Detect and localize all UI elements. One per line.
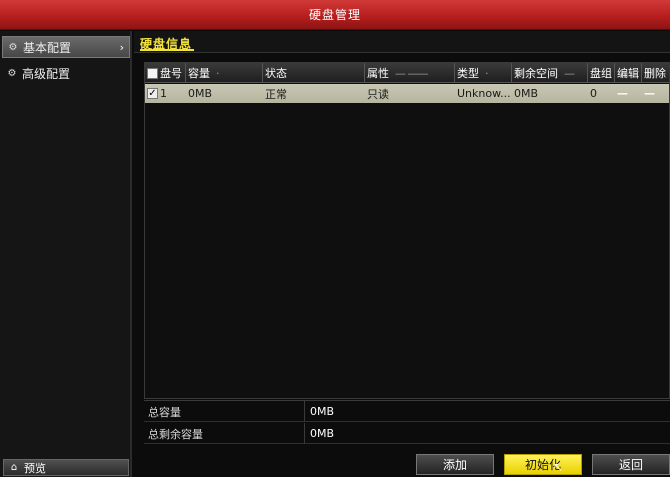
table-row[interactable]: ✓ 1 0MB 正常 只读 Unknow... 0MB 0 — — xyxy=(145,84,669,103)
total-free-label: 总剩余容量 xyxy=(148,428,203,441)
header-disk-no[interactable]: 盘号 xyxy=(145,63,186,83)
header-type[interactable]: 类型 · xyxy=(455,63,512,83)
total-capacity-value: 0MB xyxy=(304,401,334,422)
cell-group: 0 xyxy=(590,87,597,100)
sidebar: ⚙ 基本配置 › ⚙ 高级配置 ⌂ 预览 xyxy=(0,31,132,477)
initialize-button[interactable]: 初始化 xyxy=(504,454,582,475)
summary-panel: 总容量 0MB 总剩余容量 0MB xyxy=(144,400,670,444)
sidebar-item-advanced-config[interactable]: ⚙ 高级配置 xyxy=(2,62,130,84)
cell-capacity: 0MB xyxy=(188,87,213,100)
cell-attribute: 只读 xyxy=(367,87,389,101)
preview-button[interactable]: ⌂ 预览 xyxy=(3,459,129,476)
chevron-right-icon: › xyxy=(119,40,124,54)
sidebar-item-label: 基本配置 xyxy=(23,40,72,55)
sidebar-item-basic-config[interactable]: ⚙ 基本配置 › xyxy=(2,36,130,58)
back-button[interactable]: 返回 xyxy=(592,454,670,475)
table-header: 盘号 容量 · 状态 属性 — —— 类型 · 剩余空间 — 盘组 编辑 删除 xyxy=(145,63,669,83)
disk-table: 盘号 容量 · 状态 属性 — —— 类型 · 剩余空间 — 盘组 编辑 删除 ✓ 1 xyxy=(144,62,670,399)
row-checkbox[interactable]: ✓ xyxy=(147,88,158,99)
tab-disk-info[interactable]: 硬盘信息 xyxy=(140,35,195,51)
home-icon: ⌂ xyxy=(10,462,18,473)
total-free-row: 总剩余容量 0MB xyxy=(144,423,670,444)
cell-type: Unknow... xyxy=(457,87,511,100)
header-status[interactable]: 状态 xyxy=(263,63,365,83)
add-button[interactable]: 添加 xyxy=(416,454,494,475)
edit-button[interactable]: — xyxy=(615,84,642,103)
cell-disk-no: ✓ 1 xyxy=(147,87,167,100)
select-all-checkbox[interactable] xyxy=(147,67,158,79)
preview-label: 预览 xyxy=(24,461,46,475)
cell-status: 正常 xyxy=(265,87,287,101)
sidebar-item-label: 高级配置 xyxy=(22,66,71,81)
cell-free-space: 0MB xyxy=(514,87,539,100)
gears-icon: ⚙ xyxy=(7,67,17,79)
total-free-value: 0MB xyxy=(304,423,334,444)
mouse-cursor-icon: ↖ xyxy=(553,460,564,474)
header-attribute[interactable]: 属性 — —— xyxy=(365,63,455,83)
gear-icon: ⚙ xyxy=(8,41,18,53)
tab-bar: 硬盘信息 xyxy=(134,31,670,53)
total-capacity-label: 总容量 xyxy=(148,406,181,419)
header-group[interactable]: 盘组 xyxy=(588,63,615,83)
header-edit[interactable]: 编辑 xyxy=(615,63,642,83)
header-capacity[interactable]: 容量 · xyxy=(186,63,263,83)
delete-button[interactable]: — xyxy=(642,84,669,103)
window-title: 硬盘管理 xyxy=(0,0,670,30)
header-delete[interactable]: 删除 xyxy=(642,63,669,83)
header-free-space[interactable]: 剩余空间 — xyxy=(512,63,588,83)
total-capacity-row: 总容量 0MB xyxy=(144,401,670,422)
